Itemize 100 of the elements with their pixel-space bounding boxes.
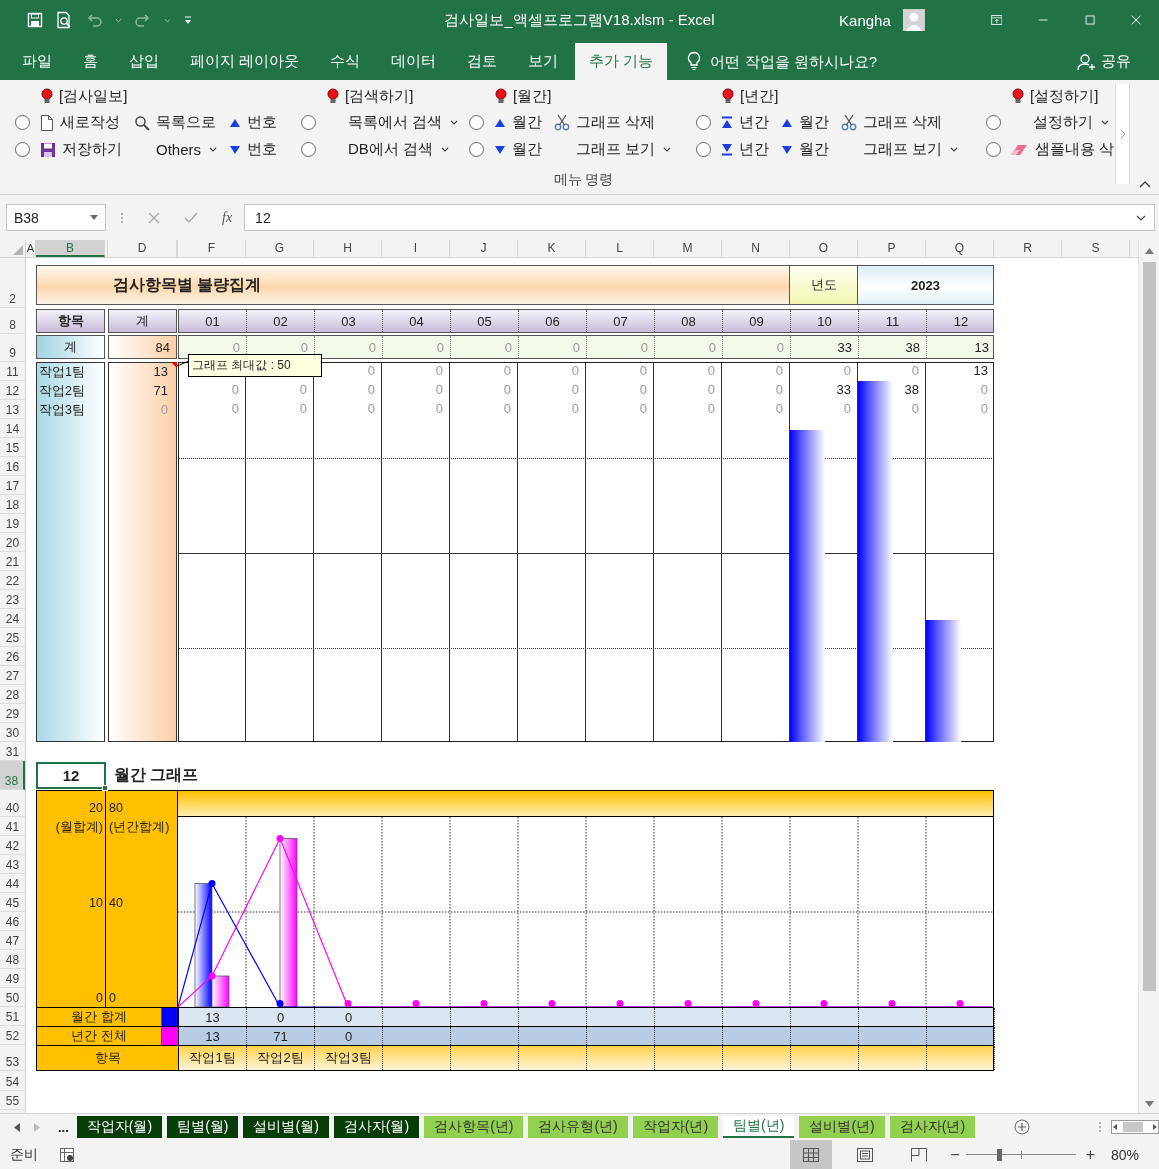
column-header[interactable]: M [654, 240, 722, 257]
zoom-out-button[interactable]: − [944, 1145, 966, 1164]
ribbon-button[interactable]: 그래프 삭제 [551, 110, 675, 135]
scroll-right-icon[interactable] [1119, 129, 1126, 139]
save-icon[interactable] [27, 12, 43, 28]
slider-thumb[interactable] [996, 1148, 1002, 1161]
row-header[interactable]: 12 [0, 381, 25, 400]
row-header[interactable]: 47 [0, 931, 25, 950]
sheet-tab[interactable]: 설비별(월) [243, 1116, 329, 1138]
row-header[interactable]: 41 [0, 817, 25, 836]
scroll-down-icon[interactable] [1144, 1101, 1154, 1107]
column-header[interactable]: D [108, 240, 177, 257]
dropdown-button[interactable]: Others [131, 137, 220, 162]
undo-icon[interactable] [85, 12, 103, 28]
name-box[interactable]: B38 [6, 204, 106, 231]
row-header[interactable]: 20 [0, 533, 25, 552]
row-header[interactable]: 13 [0, 400, 25, 419]
dropdown-button[interactable]: 그래프 보기 [838, 137, 962, 162]
column-header[interactable]: O [790, 240, 858, 257]
grip-icon[interactable] [1098, 1121, 1103, 1133]
cancel-icon[interactable] [148, 211, 160, 224]
row-header[interactable]: 2 [0, 262, 25, 308]
column-header[interactable]: L [586, 240, 654, 257]
horizontal-scrollbar[interactable] [1111, 1120, 1159, 1134]
row-header[interactable]: 54 [0, 1071, 25, 1091]
close-icon[interactable] [1130, 13, 1141, 27]
radio-button[interactable] [696, 115, 711, 130]
row-header[interactable]: 46 [0, 912, 25, 931]
ribbon-button[interactable]: 월간 [778, 110, 832, 135]
ribbon-button[interactable]: 번호 [226, 110, 280, 135]
row-header[interactable]: 29 [0, 704, 25, 723]
more-sheets-button[interactable]: ... [57, 1119, 69, 1135]
radio-button[interactable] [469, 115, 484, 130]
column-header[interactable]: B [36, 240, 105, 257]
collapse-icon[interactable] [1138, 180, 1151, 188]
row-header[interactable]: 50 [0, 988, 25, 1007]
search-field[interactable]: 어떤 작업을 원하시나요? [710, 43, 901, 80]
sheet-tab[interactable]: 검사항목(년) [424, 1116, 524, 1138]
view-button[interactable] [790, 1140, 833, 1169]
sheet-tab[interactable]: 작업자(월) [76, 1116, 163, 1138]
radio-button[interactable] [986, 115, 1001, 130]
ribbon-button[interactable]: 번호 [226, 137, 280, 162]
row-header[interactable]: 19 [0, 514, 25, 533]
customize-icon[interactable] [183, 15, 193, 25]
ribbon-tab[interactable]: 데이터 [377, 43, 451, 80]
row-header[interactable]: 27 [0, 666, 25, 685]
sheet-tab[interactable]: 검사유형(년) [528, 1116, 628, 1138]
column-header[interactable]: R [994, 240, 1062, 257]
fill-handle[interactable] [102, 785, 108, 791]
selected-cell[interactable]: 12 [36, 762, 106, 789]
radio-button[interactable] [301, 115, 316, 130]
row-header[interactable]: 9 [0, 334, 25, 362]
ribbon-button[interactable]: 목록으로 [131, 110, 220, 135]
macro-record-icon[interactable] [60, 1147, 74, 1162]
ribbon-button[interactable]: 새로작성 [37, 110, 125, 135]
row-header[interactable]: 44 [0, 874, 25, 893]
row-header[interactable]: 26 [0, 647, 25, 666]
zoom-slider[interactable] [965, 1147, 1076, 1162]
sheet-tab[interactable]: 설비별(년) [799, 1116, 885, 1138]
insert-function-button[interactable]: fx [222, 209, 233, 226]
row-header[interactable]: 17 [0, 476, 25, 495]
zoom-level[interactable]: 80% [1110, 1146, 1139, 1163]
ribbon-tab[interactable]: 홈 [69, 43, 112, 80]
column-header[interactable]: G [246, 240, 314, 257]
row-header[interactable]: 53 [0, 1045, 25, 1071]
ribbon-button[interactable]: 월간 [491, 110, 545, 135]
row-header[interactable]: 25 [0, 628, 25, 647]
ribbon-button[interactable]: 년간 [718, 110, 772, 135]
row-header[interactable]: 11 [0, 362, 25, 381]
radio-button[interactable] [15, 142, 30, 157]
row-header[interactable]: 30 [0, 723, 25, 742]
caret-icon[interactable] [115, 17, 122, 23]
checkmark-icon[interactable] [184, 211, 198, 224]
row-header[interactable]: 14 [0, 419, 25, 438]
row-header[interactable]: 49 [0, 969, 25, 988]
ribbon-button[interactable]: 저장하기 [37, 137, 125, 162]
column-header[interactable]: S [1062, 240, 1130, 257]
row-header[interactable]: 8 [0, 308, 25, 334]
print-preview-icon[interactable] [55, 11, 73, 29]
ribbon-tab[interactable]: 페이지 레이아웃 [176, 43, 314, 80]
row-header[interactable]: 51 [0, 1007, 25, 1026]
ribbon-tab[interactable]: 삽입 [115, 43, 173, 80]
maximize-icon[interactable] [1084, 13, 1095, 27]
row-header[interactable]: 38 [0, 761, 25, 790]
ribbon-button[interactable]: 그래프 삭제 [838, 110, 962, 135]
column-header[interactable]: P [858, 240, 926, 257]
column-header[interactable]: I [382, 240, 450, 257]
row-header[interactable]: 55 [0, 1091, 25, 1110]
sheet-tab[interactable]: 팀별(월) [167, 1116, 239, 1138]
dropdown-button[interactable]: DB에서 검색 [323, 137, 462, 162]
row-header[interactable]: 43 [0, 855, 25, 874]
ribbon-button[interactable]: 월간 [778, 137, 832, 162]
ribbon-tab[interactable]: 검토 [453, 43, 512, 80]
redo-icon[interactable] [134, 12, 152, 28]
column-header[interactable]: F [178, 240, 246, 257]
row-header[interactable]: 24 [0, 609, 25, 628]
add-sheet-icon[interactable] [1014, 1119, 1031, 1135]
caret-icon[interactable] [164, 17, 171, 23]
row-header[interactable]: 22 [0, 571, 25, 590]
column-header[interactable]: N [722, 240, 790, 257]
